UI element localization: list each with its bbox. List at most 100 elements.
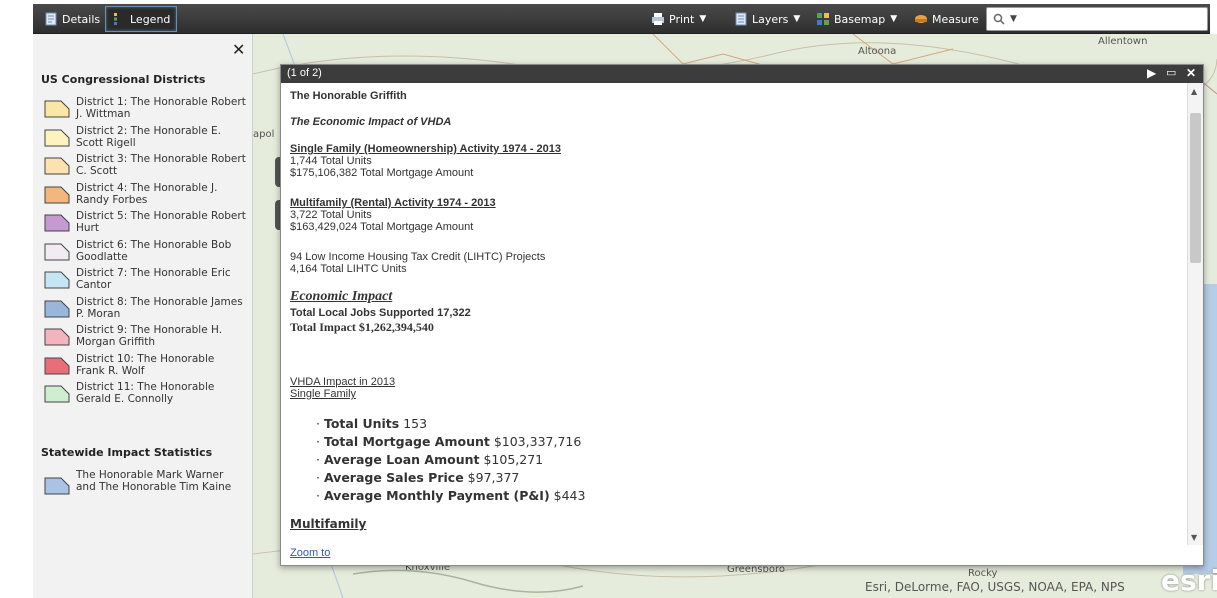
legend-label-district-9: District 9: The Honorable H. Morgan Grif… xyxy=(76,324,223,348)
economic-impact-title: Economic Impact xyxy=(290,289,393,304)
scroll-up-icon[interactable]: ▲ xyxy=(1191,87,1197,96)
statewide-impact-title: Statewide Impact Statistics xyxy=(41,446,213,459)
legend-label-district-11: District 11: The Honorable Gerald E. Con… xyxy=(76,381,215,405)
popup-close-icon[interactable]: ✕ xyxy=(1186,66,1196,80)
layers-caret-icon: ▼ xyxy=(793,14,801,24)
details-icon xyxy=(45,12,57,26)
basemap-label: Basemap xyxy=(834,12,886,26)
multifamily-heading: Multifamily xyxy=(290,517,367,531)
popup-count: (1 of 2) xyxy=(287,67,322,79)
legend-swatch-district-6 xyxy=(44,243,70,260)
popup-scrollbar[interactable]: ▲ ▼ xyxy=(1187,83,1203,545)
legend-label-district-1: District 1: The Honorable Robert J. Witt… xyxy=(76,96,246,120)
top-toolbar: Details Legend Print ▼ Layers ▼ Basemap … xyxy=(33,4,1210,34)
legend-label-district-3: District 3: The Honorable Robert C. Scot… xyxy=(76,153,246,177)
next-feature-icon[interactable]: ▶ xyxy=(1147,66,1156,80)
printer-icon xyxy=(652,13,664,25)
vhda-2013-heading: VHDA Impact in 2013 xyxy=(290,376,396,388)
popup-header: (1 of 2) ▶ ▭ ✕ xyxy=(281,65,1203,83)
legend-item-district-7: District 7: The Honorable Eric Cantor xyxy=(41,267,246,295)
legend-swatch-district-2 xyxy=(44,129,70,146)
bullet-avg-loan: · Average Loan Amount $105,271 xyxy=(316,452,544,467)
popup-representative-name: The Honorable Griffith xyxy=(290,90,407,102)
legend-item-district-6: District 6: The Honorable Bob Goodlatte xyxy=(41,239,246,267)
esri-logo: esri xyxy=(1161,564,1217,597)
scroll-thumb[interactable] xyxy=(1190,113,1201,263)
search-icon xyxy=(993,13,1005,25)
legend-label-district-5: District 5: The Honorable Robert Hurt xyxy=(76,210,246,234)
legend-item-district-4: District 4: The Honorable J. Randy Forbe… xyxy=(41,182,246,210)
legend-item-district-11: District 11: The Honorable Gerald E. Con… xyxy=(41,381,246,409)
congressional-districts-title: US Congressional Districts xyxy=(41,73,206,86)
legend-swatch-district-4 xyxy=(44,186,70,203)
legend-swatch-district-3 xyxy=(44,157,70,175)
legend-item-district-1: District 1: The Honorable Robert J. Witt… xyxy=(41,96,246,124)
search-caret-icon[interactable]: ▼ xyxy=(1010,14,1017,24)
legend-item-district-8: District 8: The Honorable James P. Moran xyxy=(41,296,246,324)
map-label-allentown: Allentown xyxy=(1098,36,1148,47)
legend-label-district-6: District 6: The Honorable Bob Goodlatte xyxy=(76,238,232,263)
measure-label: Measure xyxy=(932,12,979,26)
legend-item-district-5: District 5: The Honorable Robert Hurt xyxy=(41,210,246,238)
print-label: Print xyxy=(669,12,695,26)
zoom-to-link[interactable]: Zoom to xyxy=(290,547,330,559)
legend-swatch-district-5 xyxy=(44,214,70,232)
sf-units: 1,744 Total Units xyxy=(290,155,372,167)
lihtc-units: 4,164 Total LIHTC Units xyxy=(290,263,407,275)
basemap-caret-icon: ▼ xyxy=(890,14,898,24)
app: Altoona Allentown apol Knoxville Greensb… xyxy=(0,0,1217,598)
map-attribution: Esri, DeLorme, FAO, USGS, NOAA, EPA, NPS xyxy=(865,580,1125,594)
basemap-button[interactable]: Basemap ▼ xyxy=(816,6,897,32)
legend-panel: ✕ US Congressional Districts District 1:… xyxy=(33,34,253,598)
total-impact: Total Impact $1,262,394,540 xyxy=(290,320,434,334)
popup-body: The Honorable Griffith The Economic Impa… xyxy=(281,83,1187,545)
search-input[interactable]: ▼ xyxy=(986,7,1208,31)
sf-mortgage: $175,106,382 Total Mortgage Amount xyxy=(290,167,474,179)
info-popup: (1 of 2) ▶ ▭ ✕ The Honorable Griffith Th… xyxy=(280,64,1204,566)
legend-label: Legend xyxy=(130,12,171,26)
legend-swatch-district-9 xyxy=(44,328,70,346)
legend-label-district-8: District 8: The Honorable James P. Moran xyxy=(76,295,243,320)
legend-label-district-4: District 4: The Honorable J. Randy Forbe… xyxy=(76,181,218,206)
print-button[interactable]: Print ▼ xyxy=(651,6,706,32)
details-label: Details xyxy=(62,12,101,26)
legend-label-district-2: District 2: The Honorable E. Scott Rigel… xyxy=(76,124,221,149)
lihtc-projects: 94 Low Income Housing Tax Credit (LIHTC)… xyxy=(290,251,546,263)
legend-item-statewide: The Honorable Mark Warner and The Honora… xyxy=(41,469,246,511)
legend-item-district-3: District 3: The Honorable Robert C. Scot… xyxy=(41,153,246,181)
bullet-total-units: · Total Units 153 xyxy=(316,416,428,431)
legend-item-district-10: District 10: The Honorable Frank R. Wolf xyxy=(41,353,246,381)
legend-swatch-district-11 xyxy=(44,385,70,403)
layers-label: Layers xyxy=(752,12,789,26)
measure-button[interactable]: Measure xyxy=(914,6,979,32)
sf-heading: Single Family (Homeownership) Activity 1… xyxy=(290,143,562,155)
jobs-supported: Total Local Jobs Supported 17,322 xyxy=(290,307,471,319)
legend-label-district-7: District 7: The Honorable Eric Cantor xyxy=(76,267,231,291)
left-gutter xyxy=(0,0,33,598)
single-family-heading: Single Family xyxy=(290,388,357,400)
mf-units: 3,722 Total Units xyxy=(290,209,372,221)
scroll-down-icon[interactable]: ▼ xyxy=(1191,533,1197,542)
mf-mortgage: $163,429,024 Total Mortgage Amount xyxy=(290,221,474,233)
legend-swatch-statewide xyxy=(44,477,70,495)
bullet-avg-sales: · Average Sales Price $97,377 xyxy=(316,470,520,485)
measure-icon xyxy=(915,15,927,23)
legend-swatch-district-7 xyxy=(44,271,70,289)
legend-swatch-district-8 xyxy=(44,300,70,317)
print-caret-icon: ▼ xyxy=(699,14,707,24)
mf-heading: Multifamily (Rental) Activity 1974 - 201… xyxy=(290,197,496,209)
popup-subtitle: The Economic Impact of VHDA xyxy=(290,116,452,128)
legend-item-district-2: District 2: The Honorable E. Scott Rigel… xyxy=(41,125,246,153)
layers-button[interactable]: Layers ▼ xyxy=(734,6,800,32)
legend-icon xyxy=(114,13,117,25)
legend-tab[interactable]: Legend xyxy=(105,6,178,32)
map-label-apol: apol xyxy=(253,129,275,140)
legend-label-district-10: District 10: The Honorable Frank R. Wolf xyxy=(76,352,215,377)
maximize-icon[interactable]: ▭ xyxy=(1166,66,1176,79)
legend-item-district-9: District 9: The Honorable H. Morgan Grif… xyxy=(41,324,246,352)
bullet-avg-payment: · Average Monthly Payment (P&I) $443 xyxy=(316,488,586,503)
bullet-total-mortgage: · Total Mortgage Amount $103,337,716 xyxy=(316,434,582,449)
panel-close-icon[interactable]: ✕ xyxy=(232,40,245,59)
details-tab[interactable]: Details xyxy=(37,6,107,32)
layers-icon xyxy=(735,12,747,26)
